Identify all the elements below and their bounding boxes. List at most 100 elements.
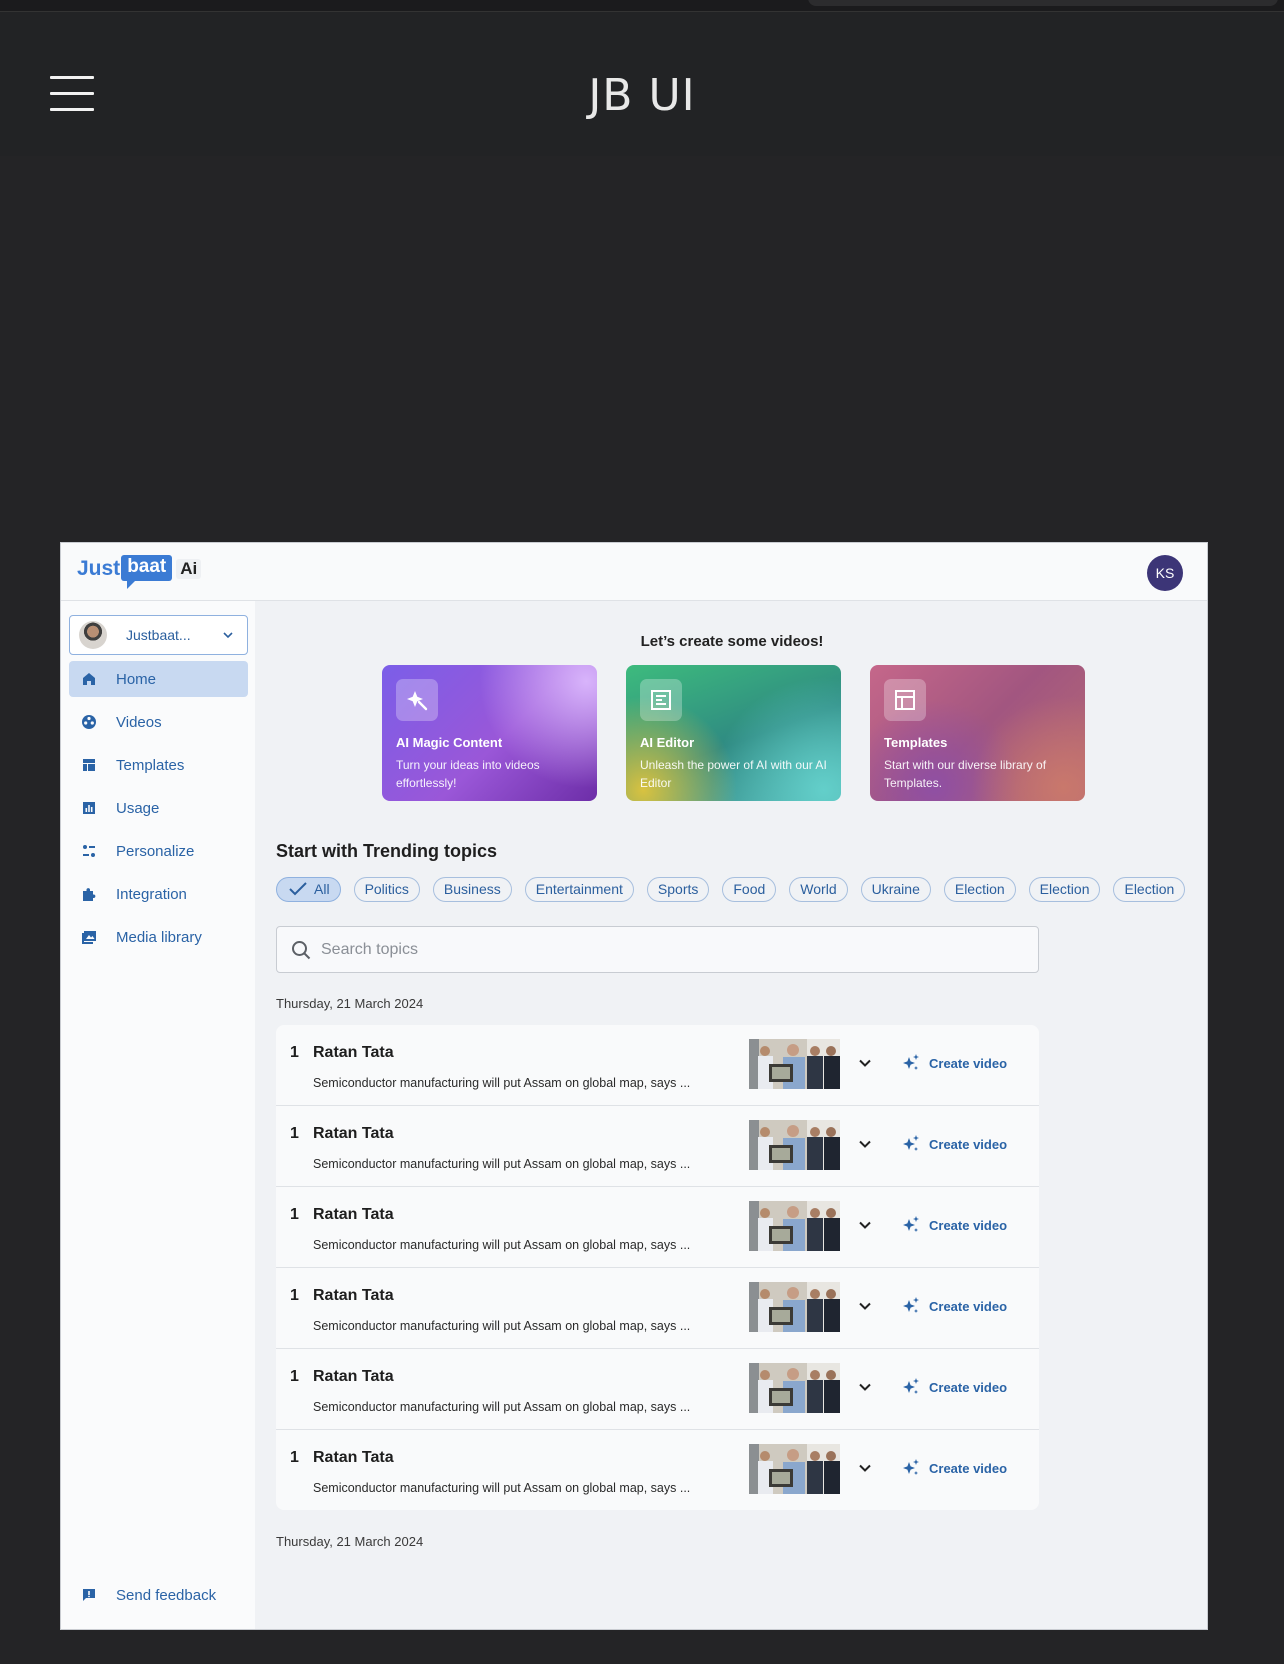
sidebar-item-templates[interactable]: Templates bbox=[69, 747, 248, 783]
template-icon bbox=[80, 756, 98, 774]
topic-rank: 1 bbox=[290, 1368, 299, 1385]
topic-rank: 1 bbox=[290, 1044, 299, 1061]
media-library-icon bbox=[80, 928, 98, 946]
sparkle-icon bbox=[903, 1216, 919, 1232]
chip-election[interactable]: Election bbox=[1113, 877, 1186, 902]
trending-title: Start with Trending topics bbox=[276, 841, 498, 861]
topic-snippet: Semiconductor manufacturing will put Ass… bbox=[313, 1157, 691, 1171]
chip-entertainment[interactable]: Entertainment bbox=[524, 877, 634, 902]
chip-politics[interactable]: Politics bbox=[353, 877, 420, 902]
search-icon bbox=[292, 940, 311, 959]
send-feedback-button[interactable]: Send feedback bbox=[69, 1577, 248, 1613]
chevron-down-icon[interactable] bbox=[855, 1053, 875, 1073]
logo-ai-text: Ai bbox=[176, 559, 202, 579]
sidebar-item-integration[interactable]: Integration bbox=[69, 876, 248, 912]
sidebar-item-label: Videos bbox=[116, 713, 162, 731]
chevron-down-icon[interactable] bbox=[855, 1377, 875, 1397]
topic-title: Ratan Tata bbox=[313, 1044, 394, 1061]
chevron-down-icon[interactable] bbox=[855, 1215, 875, 1235]
address-bar-edge bbox=[808, 0, 1278, 6]
chip-sports[interactable]: Sports bbox=[646, 877, 710, 902]
frame-header: Just baat Ai KS bbox=[61, 543, 1207, 601]
topic-thumbnail[interactable] bbox=[749, 1201, 840, 1251]
check-icon bbox=[289, 882, 307, 896]
logo-just-text: Just bbox=[77, 557, 121, 580]
create-video-button[interactable]: Create video bbox=[901, 1296, 1007, 1316]
topic-thumbnail[interactable] bbox=[749, 1039, 840, 1089]
justbaat-logo[interactable]: Just baat Ai bbox=[77, 555, 202, 589]
ai-editor-card[interactable]: AI Editor Unleash the power of AI with o… bbox=[626, 665, 841, 801]
create-video-button[interactable]: Create video bbox=[901, 1377, 1007, 1397]
create-video-button[interactable]: Create video bbox=[901, 1458, 1007, 1478]
user-avatar[interactable]: KS bbox=[1147, 555, 1183, 591]
topic-thumbnail[interactable] bbox=[749, 1444, 840, 1494]
search-box bbox=[276, 926, 1039, 973]
magic-icon bbox=[396, 679, 438, 721]
topic-snippet: Semiconductor manufacturing will put Ass… bbox=[313, 1400, 691, 1414]
sidebar-nav: Home Videos Templates Usage Personalize … bbox=[69, 661, 248, 962]
sidebar-item-label: Home bbox=[116, 670, 157, 688]
create-video-label: Create video bbox=[929, 1460, 1008, 1476]
puzzle-icon bbox=[80, 885, 98, 903]
chip-ukraine[interactable]: Ukraine bbox=[860, 877, 931, 902]
create-video-button[interactable]: Create video bbox=[901, 1134, 1007, 1154]
chip-election[interactable]: Election bbox=[943, 877, 1016, 902]
chip-business[interactable]: Business bbox=[432, 877, 512, 902]
sparkle-icon bbox=[903, 1378, 919, 1394]
create-video-label: Create video bbox=[929, 1379, 1008, 1395]
chip-election[interactable]: Election bbox=[1028, 877, 1101, 902]
create-video-button[interactable]: Create video bbox=[901, 1215, 1007, 1235]
sidebar-item-label: Templates bbox=[116, 756, 185, 774]
topic-thumbnail[interactable] bbox=[749, 1363, 840, 1413]
card-description: Start with our diverse library of Templa… bbox=[884, 758, 1047, 790]
sidebar-item-personalize[interactable]: Personalize bbox=[69, 833, 248, 869]
create-video-label: Create video bbox=[929, 1136, 1008, 1152]
topic-snippet: Semiconductor manufacturing will put Ass… bbox=[313, 1238, 691, 1252]
topic-rank: 1 bbox=[290, 1206, 299, 1223]
create-video-button[interactable]: Create video bbox=[901, 1053, 1007, 1073]
templates-card[interactable]: Templates Start with our diverse library… bbox=[870, 665, 1085, 801]
chevron-down-icon[interactable] bbox=[855, 1458, 875, 1478]
main-content: Let’s create some videos! AI Magic Conte… bbox=[255, 601, 1207, 1629]
workspace-avatar bbox=[79, 621, 107, 649]
topic-snippet: Semiconductor manufacturing will put Ass… bbox=[313, 1319, 691, 1333]
chip-all[interactable]: All bbox=[276, 877, 341, 902]
chevron-down-icon bbox=[223, 632, 233, 639]
video-reel-icon bbox=[80, 713, 98, 731]
date-heading: Thursday, 21 March 2024 bbox=[276, 1534, 424, 1549]
workspace-selector[interactable]: Justbaat... bbox=[69, 615, 248, 655]
topic-thumbnail[interactable] bbox=[749, 1282, 840, 1332]
sidebar-item-usage[interactable]: Usage bbox=[69, 790, 248, 826]
list-item: 1 Ratan Tata Semiconductor manufacturing… bbox=[276, 1268, 1039, 1349]
hero-title: Let’s create some videos! bbox=[640, 633, 824, 650]
sidebar-item-label: Integration bbox=[116, 885, 187, 903]
sliders-icon bbox=[80, 842, 98, 860]
chevron-down-icon[interactable] bbox=[855, 1296, 875, 1316]
topic-rank: 1 bbox=[290, 1287, 299, 1304]
topic-thumbnail[interactable] bbox=[749, 1120, 840, 1170]
list-item: 1 Ratan Tata Semiconductor manufacturing… bbox=[276, 1106, 1039, 1187]
home-icon bbox=[80, 670, 98, 688]
ai-magic-content-card[interactable]: AI Magic Content Turn your ideas into vi… bbox=[382, 665, 597, 801]
create-video-label: Create video bbox=[929, 1298, 1008, 1314]
chip-label: All bbox=[314, 881, 330, 897]
sidebar-item-label: Usage bbox=[116, 799, 160, 817]
list-item: 1 Ratan Tata Semiconductor manufacturing… bbox=[276, 1349, 1039, 1430]
topic-rank: 1 bbox=[290, 1449, 299, 1466]
logo-baat-text: baat bbox=[121, 555, 173, 589]
sidebar-item-label: Media library bbox=[116, 928, 202, 946]
topic-title: Ratan Tata bbox=[313, 1449, 394, 1466]
sidebar-item-videos[interactable]: Videos bbox=[69, 704, 248, 740]
sidebar: Justbaat... Home Videos Templates Usage bbox=[61, 601, 255, 1629]
topic-title: Ratan Tata bbox=[313, 1287, 394, 1304]
chevron-down-icon[interactable] bbox=[855, 1134, 875, 1154]
card-title: AI Magic Content bbox=[396, 735, 503, 750]
sidebar-item-home[interactable]: Home bbox=[69, 661, 248, 697]
create-video-label: Create video bbox=[929, 1055, 1008, 1071]
sparkle-icon bbox=[903, 1054, 919, 1070]
sidebar-item-media-library[interactable]: Media library bbox=[69, 919, 248, 955]
chip-world[interactable]: World bbox=[789, 877, 848, 902]
chip-food[interactable]: Food bbox=[722, 877, 777, 902]
card-title: AI Editor bbox=[640, 735, 695, 750]
search-input[interactable] bbox=[321, 940, 1001, 959]
